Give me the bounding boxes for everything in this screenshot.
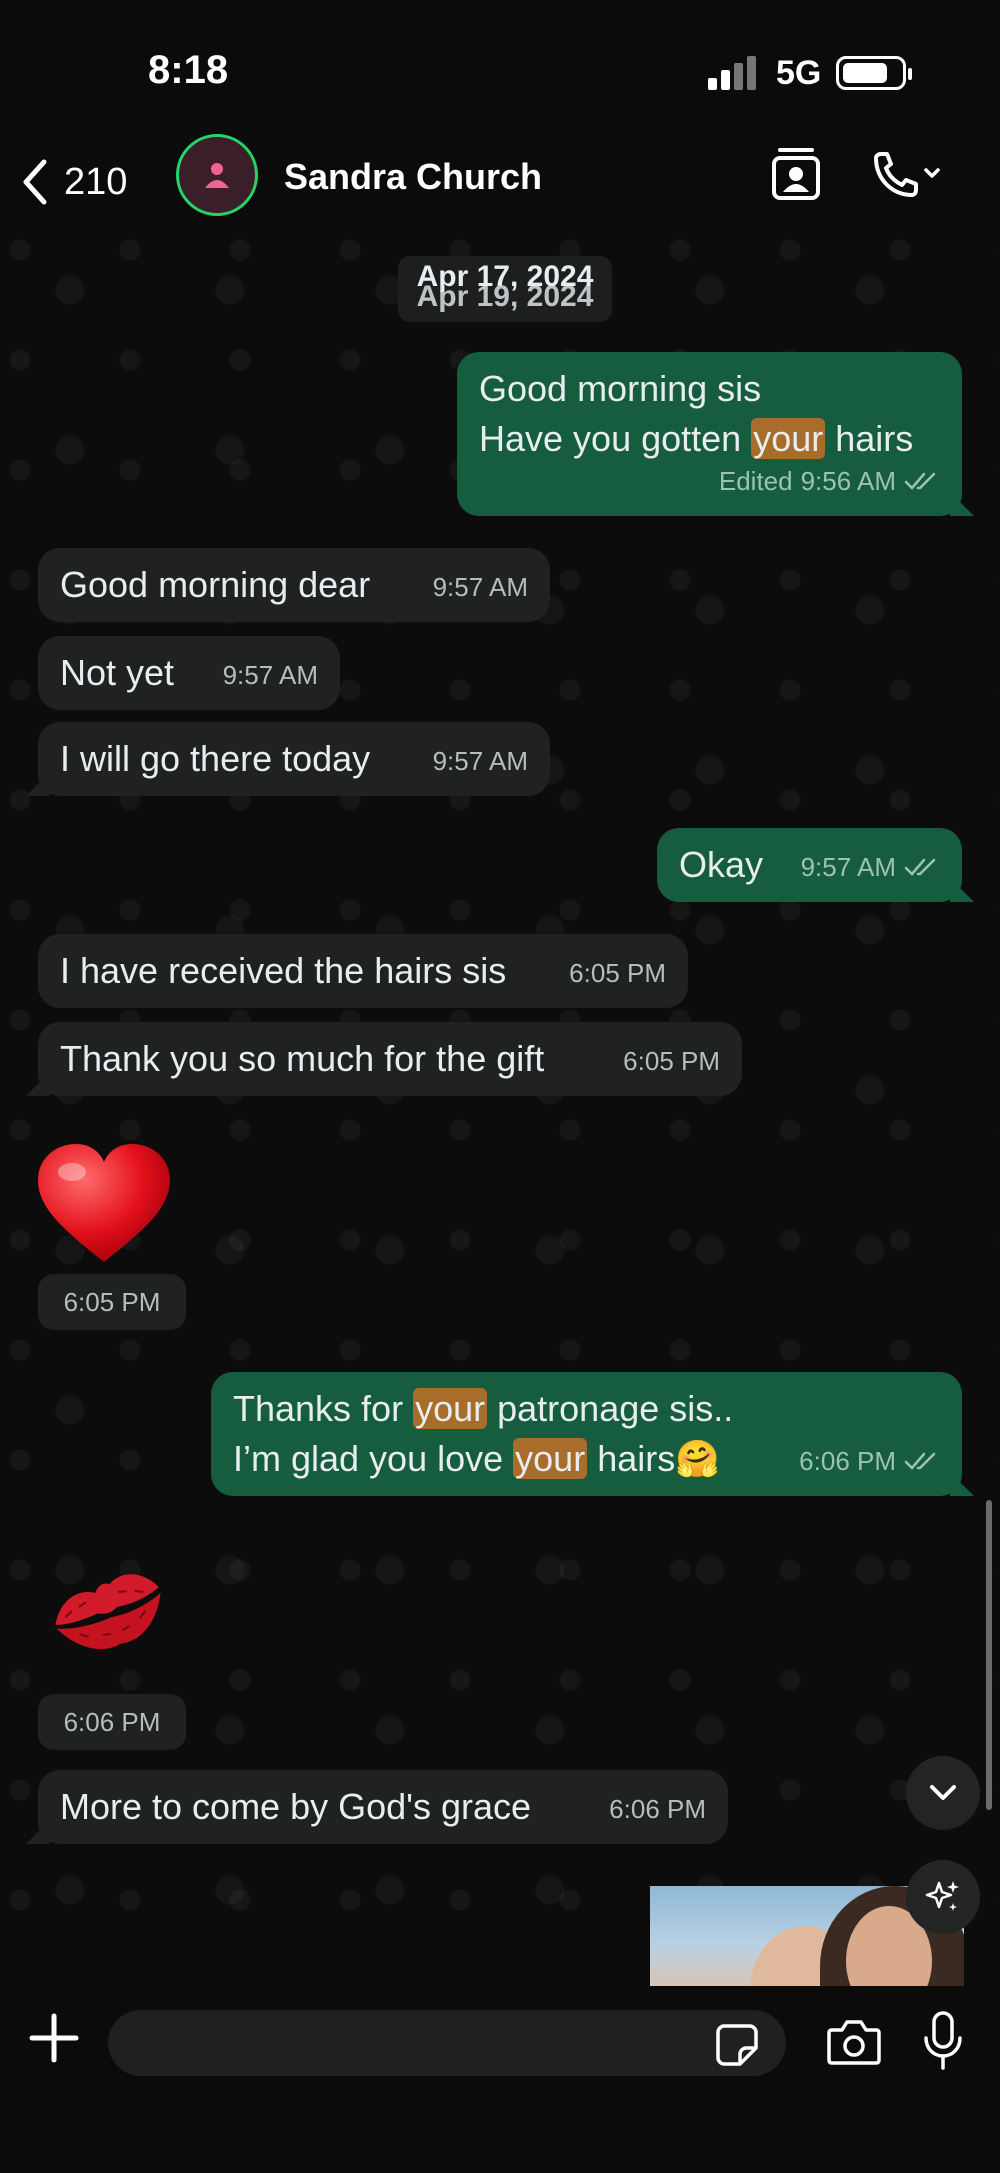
- message-bubble-incoming[interactable]: I will go there today 9:57 AM: [26, 722, 550, 796]
- message-meta: 6:05 PM: [569, 948, 666, 998]
- avatar[interactable]: [176, 134, 258, 216]
- message-bubble-incoming[interactable]: Not yet 9:57 AM: [38, 636, 340, 710]
- message-text: Thank you so much for the gift: [60, 1038, 545, 1079]
- message-meta: 9:57 AM: [433, 562, 528, 612]
- scrollbar[interactable]: [986, 1500, 992, 1810]
- message-time: 9:57 AM: [222, 660, 318, 690]
- message-text: Not yet: [60, 652, 175, 693]
- message-bubble-incoming[interactable]: Good morning dear 9:57 AM: [38, 548, 550, 622]
- unread-count: 210: [64, 160, 128, 203]
- kiss-mark-icon: [55, 1574, 161, 1649]
- message-time: 6:06 PM: [609, 1794, 706, 1824]
- phone-icon: [874, 152, 940, 197]
- message-bubble-outgoing[interactable]: Thanks for your patronage sis.. I’m glad…: [211, 1372, 974, 1496]
- message-bubble-incoming[interactable]: More to come by God's grace 6:06 PM: [26, 1770, 728, 1844]
- message-time-chip: 6:05 PM: [38, 1274, 186, 1330]
- scroll-to-bottom-button[interactable]: [906, 1756, 980, 1830]
- attach-button[interactable]: [26, 2010, 82, 2066]
- message-time: 9:57 AM: [432, 572, 528, 602]
- message-bubble-outgoing[interactable]: Okay 9:57 AM: [657, 828, 974, 902]
- message-time: 9:56 AM: [800, 466, 896, 496]
- message-text: More to come by God's grace: [60, 1786, 532, 1827]
- message-text: Okay: [679, 844, 764, 885]
- search-highlight: your: [751, 418, 826, 459]
- message-time: 6:05 PM: [623, 1046, 720, 1076]
- camera-icon: [827, 2020, 881, 2065]
- status-bar: 8:18 5G: [0, 0, 1000, 140]
- message-meta: 9:57 AM: [433, 736, 528, 786]
- heart-icon: [38, 1144, 170, 1262]
- sticker-icon: [716, 2024, 758, 2066]
- message-time-chip: 6:06 PM: [38, 1694, 186, 1750]
- call-button[interactable]: [866, 146, 946, 206]
- message-meta: 6:06 PM: [609, 1784, 706, 1834]
- person-icon: [205, 163, 229, 188]
- message-text-line: Good morning sis: [479, 368, 762, 409]
- message-text-line: Thanks for your patronage sis..: [233, 1388, 734, 1429]
- message-text: Good morning dear: [60, 564, 371, 605]
- battery-icon: [836, 56, 912, 90]
- plus-icon: [29, 2013, 79, 2063]
- heart-emoji[interactable]: [34, 1142, 174, 1266]
- kiss-emoji[interactable]: [46, 1560, 170, 1664]
- message-meta: 9:57 AM: [223, 650, 318, 700]
- contact-card-icon: [772, 148, 820, 200]
- chevron-left-icon: [23, 159, 47, 205]
- microphone-button[interactable]: [918, 2010, 968, 2072]
- signal-icon: [708, 56, 758, 90]
- message-text: I have received the hairs sis: [60, 950, 507, 991]
- chat-header: 210 Sandra Church: [0, 134, 1000, 230]
- ai-sparkle-button[interactable]: [906, 1860, 980, 1934]
- contact-card-button[interactable]: [766, 144, 826, 204]
- message-time: 6:05 PM: [569, 958, 666, 988]
- message-bubble-incoming[interactable]: I have received the hairs sis 6:05 PM: [38, 934, 688, 1008]
- message-meta: 6:06 PM: [799, 1436, 940, 1486]
- message-text: I will go there today: [60, 738, 371, 779]
- date-label-behind: Apr 19, 2024: [416, 280, 594, 313]
- search-highlight: your: [513, 1438, 588, 1479]
- double-check-icon: [904, 472, 936, 490]
- network-type: 5G: [776, 54, 822, 92]
- chevron-down-icon: [930, 1785, 956, 1800]
- message-input[interactable]: [108, 2010, 786, 2076]
- message-compose-bar: [0, 1986, 1000, 2173]
- hugging-emoji: 🤗: [675, 1438, 721, 1479]
- message-time: 9:57 AM: [800, 852, 896, 882]
- message-meta: Edited 9:56 AM: [719, 456, 940, 506]
- camera-button[interactable]: [826, 2016, 882, 2068]
- contact-name[interactable]: Sandra Church: [284, 156, 542, 198]
- status-time: 8:18: [148, 48, 229, 92]
- date-chip: Apr 17, 2024 Apr 19, 2024: [398, 256, 612, 322]
- edited-label: Edited: [718, 466, 793, 496]
- double-check-icon: [904, 1452, 936, 1470]
- back-button[interactable]: 210: [20, 152, 127, 212]
- microphone-icon: [924, 2011, 962, 2070]
- sticker-button[interactable]: [714, 2022, 760, 2068]
- message-time: 9:57 AM: [432, 746, 528, 776]
- sparkle-icon: [925, 1881, 959, 1911]
- message-meta: 9:57 AM: [801, 842, 940, 892]
- message-bubble-incoming[interactable]: Thank you so much for the gift 6:05 PM: [26, 1022, 742, 1096]
- message-time: 6:06 PM: [799, 1446, 896, 1476]
- search-highlight: your: [413, 1388, 488, 1429]
- message-meta: 6:05 PM: [623, 1036, 720, 1086]
- double-check-icon: [904, 858, 936, 876]
- message-bubble-outgoing[interactable]: Good morning sis Have you gotten your ha…: [457, 352, 974, 516]
